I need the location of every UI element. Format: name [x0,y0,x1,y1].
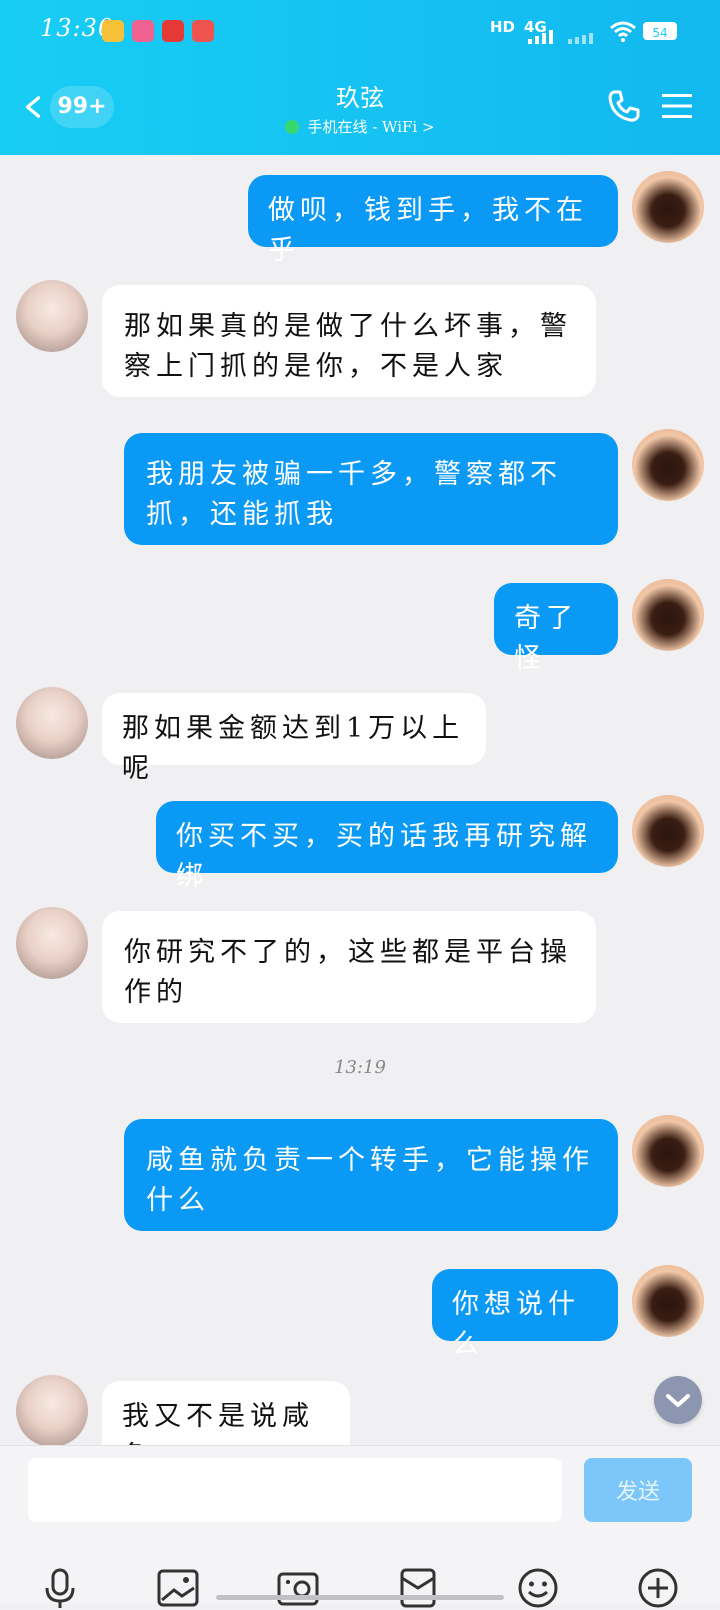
message-bubble-self[interactable]: 你想说什么 [432,1269,618,1360]
contact-avatar[interactable] [16,1375,88,1445]
message-bubble-self[interactable]: 咸鱼就负责一个转手，它能操作什么 [124,1119,618,1231]
xiaohongshu-notification-icon [162,20,184,42]
message-bubble-other[interactable]: 你研究不了的，这些都是平台操作的 [102,911,596,1023]
home-indicator[interactable] [216,1595,504,1600]
message-bubble-self[interactable]: 奇了怪 [494,583,618,674]
battery-icon: 54 [643,22,677,40]
self-avatar[interactable] [632,1115,704,1187]
red-packet-icon[interactable] [396,1566,440,1610]
self-avatar[interactable] [632,171,704,243]
chat-message-list[interactable]: 做呗，钱到手，我不在乎 那如果真的是做了什么坏事，警察上门抓的是你，不是人家 我… [0,155,720,1445]
input-toolbar: 发送 [0,1445,720,1608]
message-bubble-other[interactable]: 那如果金额达到1万以上呢 [102,693,486,784]
image-icon[interactable] [156,1566,200,1610]
emoji-icon[interactable] [516,1566,560,1610]
contact-avatar[interactable] [16,687,88,759]
microphone-icon[interactable] [38,1566,82,1610]
wifi-icon [610,21,636,42]
message-input[interactable] [28,1458,562,1522]
app2-notification-icon [192,20,214,42]
menu-icon[interactable] [662,92,692,120]
self-avatar[interactable] [632,1265,704,1337]
message-timestamp: 13:19 [334,1057,386,1078]
app-notification-icon [132,20,154,42]
message-bubble-other[interactable]: 那如果真的是做了什么坏事，警察上门抓的是你，不是人家 [102,285,596,397]
message-bubble-self[interactable]: 我朋友被骗一千多，警察都不抓，还能抓我 [124,433,618,545]
header: 13:30 HD 4G 54 99+ 玖弦 手机在线 - WiFi > [0,0,720,155]
message-bubble-self[interactable]: 你买不买，买的话我再研究解绑 [156,801,618,892]
signal-icon [528,30,593,44]
contact-avatar[interactable] [16,280,88,352]
scroll-to-bottom-button[interactable] [654,1376,702,1424]
self-avatar[interactable] [632,579,704,651]
send-button[interactable]: 发送 [584,1458,692,1522]
message-bubble-other[interactable]: 我又不是说咸鱼 [102,1381,350,1445]
plus-more-icon[interactable] [636,1566,680,1610]
message-bubble-self[interactable]: 做呗，钱到手，我不在乎 [248,175,618,266]
status-bar: 13:30 HD 4G 54 [0,0,720,60]
online-indicator-icon [285,120,300,134]
self-avatar[interactable] [632,429,704,501]
contact-status-text: 手机在线 - WiFi > [307,118,435,136]
phone-call-icon[interactable] [606,88,642,124]
chevron-down-icon [666,1394,690,1407]
camera-icon[interactable] [276,1566,320,1610]
contact-avatar[interactable] [16,907,88,979]
self-avatar[interactable] [632,795,704,867]
weibo-notification-icon [102,20,124,42]
hd-icon: HD [490,18,516,36]
